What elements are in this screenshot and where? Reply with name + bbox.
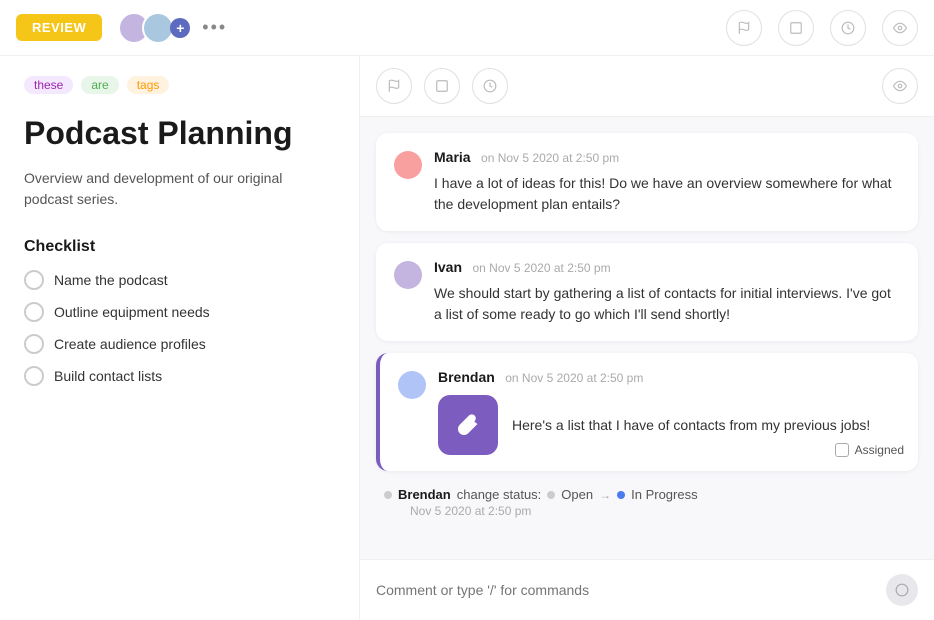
status-to: In Progress	[631, 487, 697, 502]
comment-header-maria: Maria on Nov 5 2020 at 2:50 pm	[434, 149, 900, 167]
checklist-item-4[interactable]: Build contact lists	[24, 366, 335, 386]
send-button[interactable]	[886, 574, 918, 606]
tags-row: these are tags	[24, 76, 335, 94]
status-change: Brendan change status: Open → In Progres…	[376, 483, 918, 522]
status-from: Open	[561, 487, 593, 502]
comment-body-brendan: Brendan on Nov 5 2020 at 2:50 pm Here's …	[438, 369, 900, 455]
clock-icon[interactable]	[830, 10, 866, 46]
status-dot-open	[547, 491, 555, 499]
assigned-badge: Assigned	[835, 443, 904, 457]
avatar-maria	[394, 151, 422, 179]
checkbox-2[interactable]	[24, 302, 44, 322]
comment-ivan: Ivan on Nov 5 2020 at 2:50 pm We should …	[376, 243, 918, 341]
main-layout: these are tags Podcast Planning Overview…	[0, 56, 934, 620]
attachment-text: Here's a list that I have of contacts fr…	[512, 415, 870, 436]
avatar-brendan	[398, 371, 426, 399]
checklist-item-2[interactable]: Outline equipment needs	[24, 302, 335, 322]
tag-tags[interactable]: tags	[127, 76, 170, 94]
comment-text-maria: I have a lot of ideas for this! Do we ha…	[434, 173, 900, 215]
comment-input[interactable]	[376, 582, 886, 598]
checklist-label-4: Build contact lists	[54, 368, 162, 384]
add-member-button[interactable]: +	[170, 18, 190, 38]
comment-time-maria: on Nov 5 2020 at 2:50 pm	[481, 151, 619, 165]
comments-area: Maria on Nov 5 2020 at 2:50 pm I have a …	[360, 117, 934, 559]
eye-icon[interactable]	[882, 10, 918, 46]
avatar-group: +	[118, 12, 190, 44]
left-panel: these are tags Podcast Planning Overview…	[0, 56, 360, 620]
topbar-right-icons	[726, 10, 918, 46]
right-eye-icon[interactable]	[882, 68, 918, 104]
right-topbar-end	[882, 68, 918, 104]
avatar-ivan	[394, 261, 422, 289]
comment-body-maria: Maria on Nov 5 2020 at 2:50 pm I have a …	[434, 149, 900, 215]
page-description: Overview and development of our original…	[24, 168, 335, 210]
comment-time-brendan: on Nov 5 2020 at 2:50 pm	[505, 371, 643, 385]
checklist-label-3: Create audience profiles	[54, 336, 206, 352]
checklist-item-3[interactable]: Create audience profiles	[24, 334, 335, 354]
comment-header-brendan: Brendan on Nov 5 2020 at 2:50 pm	[438, 369, 900, 387]
assigned-label: Assigned	[855, 443, 904, 457]
square-icon[interactable]	[778, 10, 814, 46]
checkbox-1[interactable]	[24, 270, 44, 290]
checklist-label-1: Name the podcast	[54, 272, 168, 288]
checklist-title: Checklist	[24, 238, 335, 256]
right-panel: Maria on Nov 5 2020 at 2:50 pm I have a …	[360, 56, 934, 620]
right-topbar	[360, 56, 934, 117]
arrow-icon: →	[599, 488, 611, 502]
tag-these[interactable]: these	[24, 76, 73, 94]
status-change-dot	[384, 491, 392, 499]
checklist-label-2: Outline equipment needs	[54, 304, 210, 320]
right-square-icon[interactable]	[424, 68, 460, 104]
comment-author-maria: Maria	[434, 149, 471, 165]
comment-body-ivan: Ivan on Nov 5 2020 at 2:50 pm We should …	[434, 259, 900, 325]
comment-brendan: Brendan on Nov 5 2020 at 2:50 pm Here's …	[376, 353, 918, 471]
tag-are[interactable]: are	[81, 76, 118, 94]
attachment-icon[interactable]	[438, 395, 498, 455]
comment-author-brendan: Brendan	[438, 369, 495, 385]
status-change-time: Nov 5 2020 at 2:50 pm	[410, 504, 918, 518]
review-button[interactable]: REVIEW	[16, 14, 102, 41]
comment-input-bar	[360, 559, 934, 620]
status-change-row: Brendan change status: Open → In Progres…	[384, 487, 918, 502]
comment-header-ivan: Ivan on Nov 5 2020 at 2:50 pm	[434, 259, 900, 277]
checklist-item-1[interactable]: Name the podcast	[24, 270, 335, 290]
attachment-block: Here's a list that I have of contacts fr…	[438, 395, 900, 455]
status-change-label: change status:	[457, 487, 542, 502]
right-clock-icon[interactable]	[472, 68, 508, 104]
status-dot-inprogress	[617, 491, 625, 499]
comment-time-ivan: on Nov 5 2020 at 2:50 pm	[472, 261, 610, 275]
topbar: REVIEW + •••	[0, 0, 934, 56]
checkbox-3[interactable]	[24, 334, 44, 354]
comment-author-ivan: Ivan	[434, 259, 462, 275]
more-options-button[interactable]: •••	[202, 17, 227, 38]
flag-icon[interactable]	[726, 10, 762, 46]
checkbox-4[interactable]	[24, 366, 44, 386]
assigned-checkbox[interactable]	[835, 443, 849, 457]
page-title: Podcast Planning	[24, 114, 335, 152]
comment-text-ivan: We should start by gathering a list of c…	[434, 283, 900, 325]
comment-maria: Maria on Nov 5 2020 at 2:50 pm I have a …	[376, 133, 918, 231]
right-flag-icon[interactable]	[376, 68, 412, 104]
status-change-author: Brendan	[398, 487, 451, 502]
